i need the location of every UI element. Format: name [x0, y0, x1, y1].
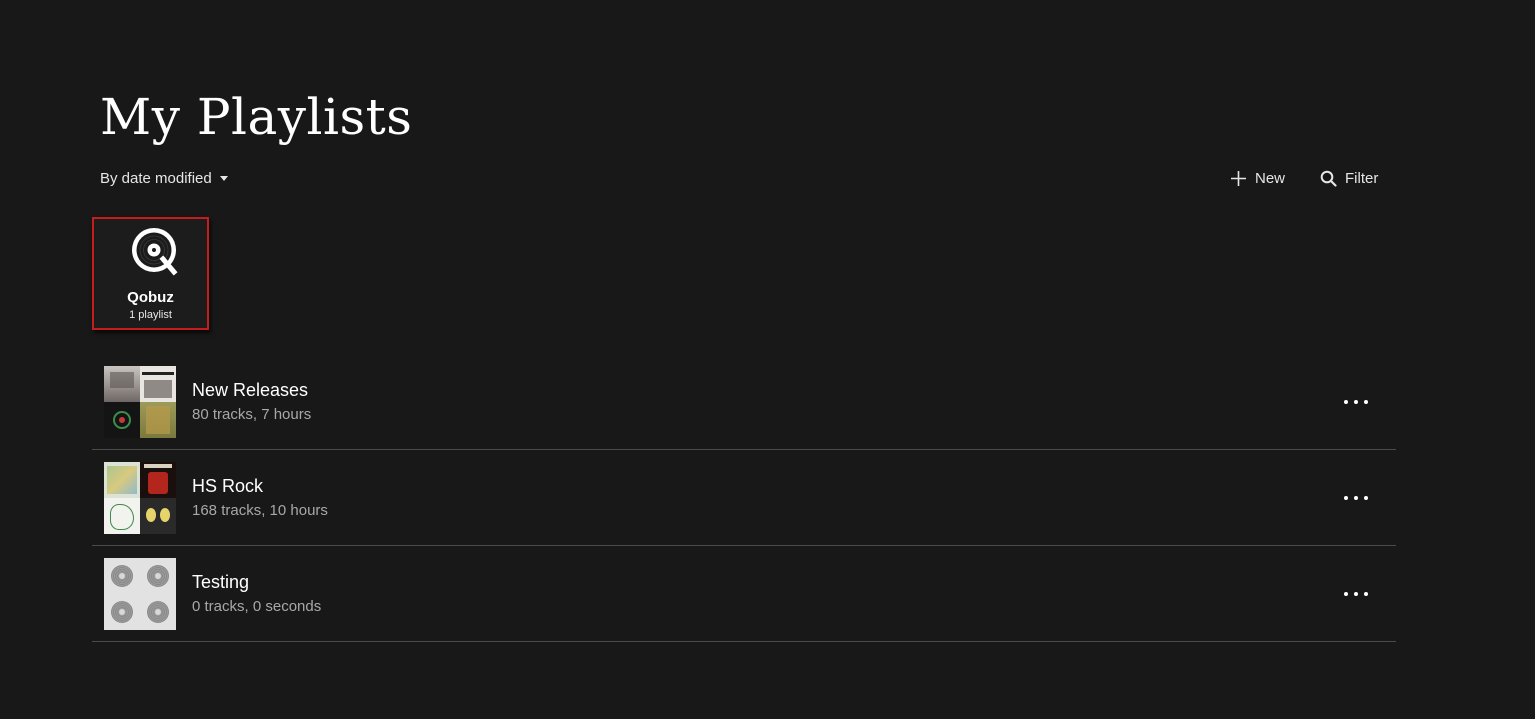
playlist-row[interactable]: New Releases 80 tracks, 7 hours — [92, 354, 1396, 450]
more-options-icon[interactable] — [1344, 488, 1368, 508]
album-art — [140, 402, 176, 438]
chevron-down-icon — [219, 175, 228, 181]
search-icon — [1320, 170, 1337, 187]
playlist-row[interactable]: HS Rock 168 tracks, 10 hours — [92, 450, 1396, 546]
disc-icon — [147, 565, 169, 587]
service-tile-name: Qobuz — [127, 289, 174, 306]
playlist-cover — [104, 366, 176, 438]
album-placeholder — [140, 594, 176, 630]
qobuz-logo-icon — [132, 228, 178, 276]
playlist-title: Testing — [192, 572, 250, 592]
album-art — [104, 402, 140, 438]
playlist-cover — [104, 558, 176, 630]
album-art — [140, 366, 176, 402]
album-art — [104, 366, 140, 402]
playlist-subtitle: 168 tracks, 10 hours — [192, 502, 328, 519]
playlist-row[interactable]: Testing 0 tracks, 0 seconds — [92, 546, 1396, 642]
new-playlist-button[interactable]: New — [1230, 166, 1285, 190]
filter-label: Filter — [1345, 169, 1379, 187]
plus-icon — [1230, 170, 1247, 187]
sort-dropdown[interactable]: By date modified — [100, 168, 228, 188]
filter-button[interactable]: Filter — [1320, 166, 1378, 190]
album-art — [140, 498, 176, 534]
more-options-icon[interactable] — [1344, 392, 1368, 412]
album-placeholder — [104, 558, 140, 594]
disc-icon — [111, 601, 133, 623]
album-placeholder — [104, 594, 140, 630]
page-title: My Playlists — [100, 88, 413, 146]
disc-icon — [111, 565, 133, 587]
service-tile-subtitle: 1 playlist — [129, 309, 172, 321]
more-options-icon[interactable] — [1344, 584, 1368, 604]
playlist-title: HS Rock — [192, 476, 264, 496]
playlist-subtitle: 0 tracks, 0 seconds — [192, 598, 322, 615]
playlist-list: New Releases 80 tracks, 7 hours HS Rock … — [92, 354, 1396, 642]
sort-label: By date modified — [100, 169, 212, 187]
playlist-cover — [104, 462, 176, 534]
service-tile-qobuz[interactable]: Qobuz 1 playlist — [92, 217, 209, 330]
new-label: New — [1255, 169, 1286, 187]
playlist-subtitle: 80 tracks, 7 hours — [192, 406, 312, 423]
disc-icon — [147, 601, 169, 623]
album-art — [104, 498, 140, 534]
playlist-title: New Releases — [192, 380, 309, 400]
album-art — [104, 462, 140, 498]
album-placeholder — [140, 558, 176, 594]
album-art — [140, 462, 176, 498]
